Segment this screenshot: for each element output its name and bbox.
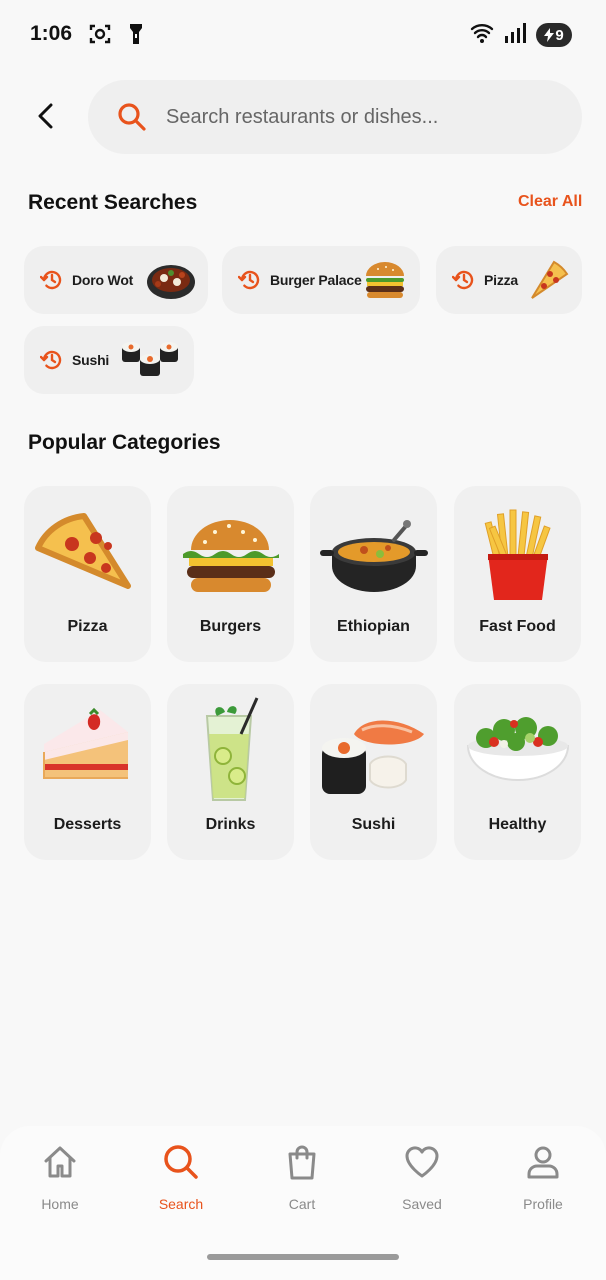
category-label: Sushi <box>351 816 396 833</box>
search-input[interactable] <box>164 104 548 130</box>
category-card-fast-food[interactable]: Fast Food <box>454 486 581 662</box>
category-label: Fast Food <box>479 618 556 635</box>
salad-bowl-illustration <box>466 717 570 781</box>
history-icon <box>452 270 474 290</box>
fries-illustration <box>484 509 551 600</box>
signal-icon <box>505 23 526 43</box>
recent-chip-burger-palace[interactable]: Burger Palace <box>222 246 420 314</box>
battery-indicator: 9 <box>536 23 572 47</box>
history-icon <box>40 270 62 290</box>
recent-chip-pizza[interactable]: Pizza <box>436 246 582 314</box>
search-icon <box>118 103 146 131</box>
nav-saved[interactable]: Saved <box>372 1142 472 1212</box>
category-label: Burgers <box>199 618 262 635</box>
nav-label: Cart <box>288 1196 316 1212</box>
sushi-rolls-thumbnail <box>122 342 178 376</box>
category-label: Drinks <box>205 816 256 833</box>
home-indicator[interactable] <box>207 1254 399 1260</box>
home-icon <box>44 1146 76 1178</box>
recent-chip-doro-wot[interactable]: Doro Wot <box>24 246 208 314</box>
recent-chip-label: Burger Palace <box>270 272 362 288</box>
pizza-illustration <box>35 513 131 589</box>
category-card-pizza[interactable]: Pizza <box>24 486 151 662</box>
category-label: Healthy <box>488 816 547 833</box>
category-label: Desserts <box>53 816 122 833</box>
burger-thumbnail <box>366 262 404 298</box>
battery-level: 9 <box>555 26 564 44</box>
shopping-bag-icon <box>288 1145 316 1180</box>
heart-icon <box>405 1146 439 1178</box>
recent-chip-label: Sushi <box>72 352 110 368</box>
burger-illustration <box>183 520 279 592</box>
category-label: Pizza <box>67 618 108 635</box>
nav-label: Profile <box>523 1196 563 1212</box>
clear-all-button[interactable]: Clear All <box>518 193 582 211</box>
search-icon <box>164 1145 198 1179</box>
mojito-glass-illustration <box>205 697 259 801</box>
cake-slice-illustration <box>43 707 128 779</box>
category-card-ethiopian[interactable]: Ethiopian <box>310 486 437 662</box>
nav-home[interactable]: Home <box>10 1142 110 1212</box>
screenshot-icon <box>89 24 111 44</box>
popular-categories-title: Popular Categories <box>28 431 221 454</box>
ethiopian-pot-illustration <box>320 520 428 592</box>
status-bar: 1:06 9 <box>0 0 606 70</box>
category-card-drinks[interactable]: Drinks <box>167 684 294 860</box>
nav-label: Home <box>41 1196 79 1212</box>
recent-chip-label: Pizza <box>484 272 519 288</box>
nav-profile[interactable]: Profile <box>493 1142 593 1212</box>
search-bar[interactable] <box>88 80 582 154</box>
flashlight-icon <box>130 24 142 44</box>
recent-searches-title: Recent Searches <box>28 191 198 214</box>
nav-cart[interactable]: Cart <box>252 1142 352 1212</box>
sushi-illustration <box>322 720 424 794</box>
category-card-burgers[interactable]: Burgers <box>167 486 294 662</box>
category-card-healthy[interactable]: Healthy <box>454 684 581 860</box>
pizza-slice-thumbnail <box>531 260 569 299</box>
wifi-icon <box>470 24 494 43</box>
history-icon <box>238 270 260 290</box>
recent-chip-label: Doro Wot <box>72 272 134 288</box>
category-card-desserts[interactable]: Desserts <box>24 684 151 860</box>
nav-label: Search <box>158 1196 204 1212</box>
doro-wot-thumbnail <box>147 265 195 299</box>
charging-bolt-icon <box>544 28 555 42</box>
recent-chip-sushi[interactable]: Sushi <box>24 326 194 394</box>
nav-search[interactable]: Search <box>131 1142 231 1212</box>
back-button[interactable] <box>28 98 64 134</box>
chevron-left-icon <box>38 103 53 129</box>
category-label: Ethiopian <box>337 618 410 635</box>
history-icon <box>40 350 62 370</box>
nav-label: Saved <box>402 1196 442 1212</box>
category-card-sushi[interactable]: Sushi <box>310 684 437 860</box>
status-time: 1:06 <box>30 22 73 45</box>
user-icon <box>527 1146 559 1179</box>
